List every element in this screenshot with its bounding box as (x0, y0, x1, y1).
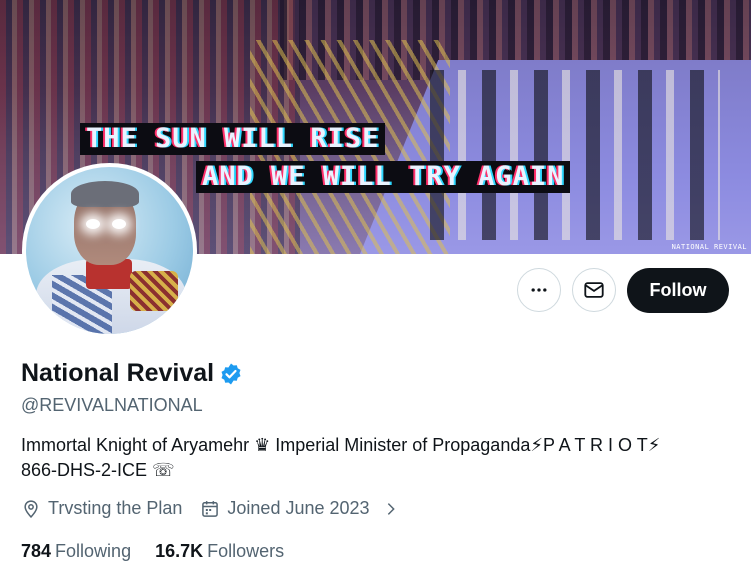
location: Trvsting the Plan (21, 498, 182, 519)
avatar-epaulette (130, 271, 178, 311)
avatar-glowing-eye-right (112, 219, 126, 229)
join-date-text: Joined June 2023 (227, 498, 370, 518)
join-date[interactable]: Joined June 2023 (200, 498, 398, 519)
more-button[interactable] (517, 268, 561, 312)
following-label: Following (55, 541, 132, 561)
verified-badge-icon[interactable] (219, 362, 243, 386)
banner-watermark: NATIONAL REVIVAL (671, 243, 747, 251)
more-horizontal-icon (531, 288, 547, 292)
avatar[interactable] (26, 167, 193, 334)
envelope-icon (584, 282, 604, 298)
followers-count: 16.7K (155, 541, 204, 561)
follow-button[interactable]: Follow (627, 268, 729, 313)
following-link[interactable]: 784 Following (21, 541, 131, 562)
profile-handle: @REVIVALNATIONAL (21, 395, 203, 415)
profile-bio: Immortal Knight of Aryamehr ♛ Imperial M… (21, 433, 721, 483)
banner-caption-line-1: THE SUN WILL RISE (80, 123, 386, 155)
banner-procession (430, 70, 720, 240)
profile-name: National Revival (21, 359, 215, 387)
following-count: 784 (21, 541, 52, 561)
followers-label: Followers (207, 541, 285, 561)
avatar-glowing-eye-left (86, 219, 100, 229)
bio-line-2: 866-DHS-2-ICE ☏ (21, 460, 175, 480)
followers-link[interactable]: 16.7K Followers (155, 541, 284, 562)
profile-name-row: National Revival (21, 359, 243, 388)
location-text: Trvsting the Plan (48, 498, 183, 518)
profile-meta: Trvsting the Plan Joined June 2023 (21, 498, 417, 519)
location-pin-icon (24, 499, 38, 518)
calendar-icon (202, 500, 219, 517)
follow-stats: 784 Following 16.7K Followers (21, 541, 284, 562)
avatar-hair (71, 181, 139, 207)
message-button[interactable] (572, 268, 616, 312)
bio-line-1: Immortal Knight of Aryamehr ♛ Imperial M… (21, 435, 661, 455)
banner-caption-line-2: AND WE WILL TRY AGAIN (196, 161, 571, 193)
chevron-right-icon (387, 502, 395, 515)
